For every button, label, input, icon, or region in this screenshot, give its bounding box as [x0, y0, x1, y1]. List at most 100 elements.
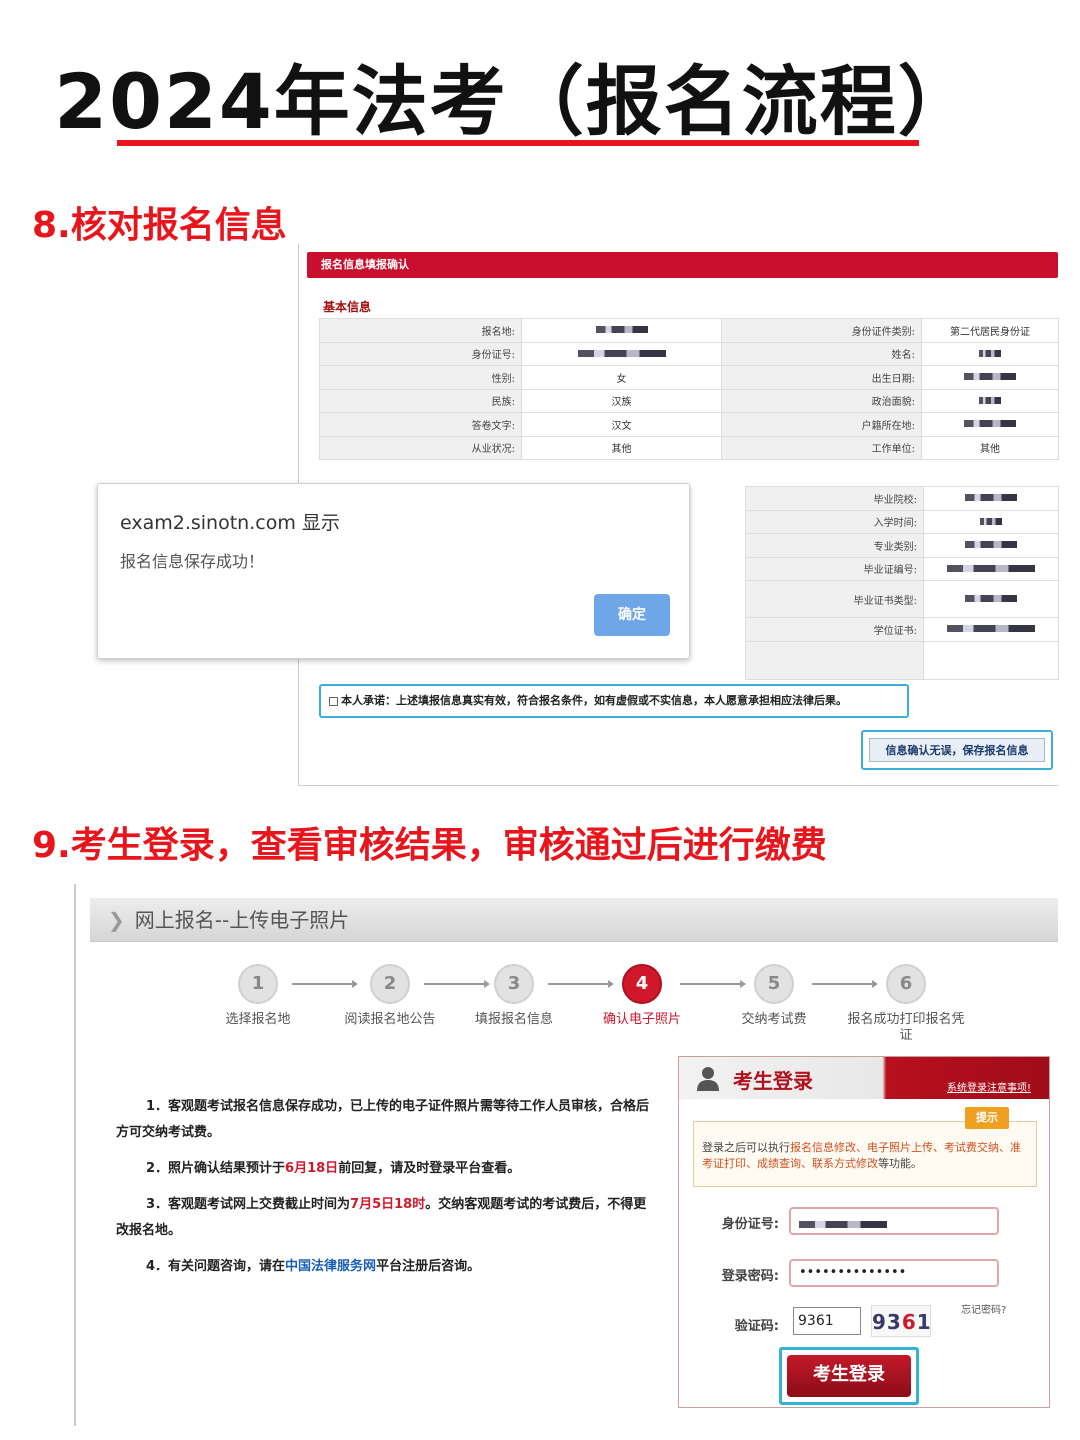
field-label: 专业类别:: [745, 533, 924, 558]
field-label: 出生日期:: [721, 365, 922, 390]
id-number-label: 身份证号:: [721, 1217, 779, 1232]
note-4: 4．有关问题咨询，请在中国法律服务网平台注册后咨询。: [116, 1254, 656, 1280]
field-value: 其他: [921, 435, 1059, 460]
field-value-redacted: [921, 388, 1059, 413]
step-circle-1: 1: [238, 964, 278, 1004]
step-circle-3: 3: [494, 964, 534, 1004]
save-registration-button[interactable]: 信息确认无误，保存报名信息: [861, 730, 1053, 770]
field-label: 毕业院校:: [745, 486, 924, 511]
forgot-password-link[interactable]: 忘记密码?: [961, 1301, 1006, 1316]
dialog-message: 报名信息保存成功！: [120, 552, 265, 571]
title-underline: [117, 140, 919, 146]
field-value-redacted: [923, 617, 1059, 642]
dialog-ok-button[interactable]: 确定: [594, 594, 670, 636]
page-title: 2024年法考（报名流程）: [54, 57, 976, 146]
field-value-redacted: [921, 341, 1059, 366]
table-row: [745, 640, 1059, 680]
captcha-char: 93: [872, 1310, 902, 1334]
table-row: 毕业证编号:: [745, 556, 1059, 581]
table-row: 毕业证书类型:: [745, 580, 1059, 618]
captcha-label: 验证码:: [734, 1319, 779, 1334]
user-icon: [697, 1067, 719, 1091]
field-label: 政治面貌:: [721, 388, 922, 413]
note-text: 2．照片确认结果预计于: [146, 1161, 286, 1176]
field-value-redacted: [921, 365, 1059, 390]
captcha-input[interactable]: 9361: [793, 1307, 861, 1335]
login-tip: 登录之后可以执行报名信息修改、电子照片上传、考试费交纳、准考证打印、成绩查询、联…: [693, 1121, 1037, 1187]
step-circle-4-active: 4: [622, 964, 662, 1004]
field-label: 入学时间:: [745, 509, 924, 534]
id-number-input[interactable]: [789, 1207, 999, 1235]
table-row: 专业类别:: [745, 533, 1059, 558]
pledge-text: 本人承诺：上述填报信息真实有效，符合报名条件，如有虚假或不实信息，本人愿意承担相…: [341, 694, 847, 707]
table-row: 从业状况: 其他 工作单位: 其他: [319, 435, 1059, 460]
step-label-5: 交纳考试费: [741, 1012, 807, 1027]
field-label: 身份证号:: [319, 341, 522, 366]
step9-heading: 9.考生登录，查看审核结果，审核通过后进行缴费: [32, 825, 827, 866]
step-circle-5: 5: [754, 964, 794, 1004]
login-title: 考生登录: [733, 1069, 813, 1093]
password-label: 登录密码:: [721, 1269, 779, 1284]
tip-badge: 提示: [965, 1107, 1009, 1129]
step-label-6: 报名成功打印报名凭证: [847, 1012, 965, 1043]
note-highlight: 7月5日18时: [350, 1197, 426, 1212]
note-2: 2．照片确认结果预计于6月18日前回复，请及时登录平台查看。: [116, 1156, 656, 1182]
tip-text: 登录之后可以执行: [702, 1141, 790, 1154]
chevron-right-icon: ❯: [108, 908, 125, 932]
upload-photo-panel: ❯ 网上报名--上传电子照片 1 2 3 4 5 6 选择报名地 阅读报名地公告 …: [74, 884, 1058, 1426]
field-value-redacted: [521, 341, 722, 366]
field-label: 性别:: [319, 365, 522, 390]
password-input[interactable]: ••••••••••••••: [789, 1259, 999, 1287]
basic-info-label: 基本信息: [323, 300, 372, 314]
field-value-redacted: [923, 556, 1059, 581]
field-label: 毕业证编号:: [745, 556, 924, 581]
login-header: 考生登录 系统登录注意事项!: [679, 1057, 1049, 1099]
field-label: 毕业证书类型:: [745, 580, 924, 618]
legal-service-link[interactable]: 中国法律服务网: [285, 1259, 376, 1274]
field-label: 身份证件类别:: [721, 318, 922, 343]
step-label-1: 选择报名地: [225, 1012, 291, 1027]
tip-text: 等功能。: [878, 1157, 922, 1170]
login-button[interactable]: 考生登录: [787, 1355, 911, 1397]
basic-info-table: 报名地: 身份证件类别: 第二代居民身份证 身份证号: 姓名: 性别: 女 出生…: [319, 318, 1059, 460]
field-value-redacted: [921, 412, 1059, 437]
step-arrow: [548, 980, 614, 988]
registration-progress: 1 2 3 4 5 6 选择报名地 阅读报名地公告 填报报名信息 确认电子照片 …: [206, 964, 966, 1044]
table-row: 身份证号: 姓名:: [319, 341, 1059, 366]
upload-photo-header: ❯ 网上报名--上传电子照片: [90, 898, 1058, 942]
field-label: 姓名:: [721, 341, 922, 366]
field-value: [923, 640, 1059, 680]
education-info-table: 毕业院校: 入学时间: 专业类别: 毕业证编号: 毕业证书类型: 学位证书:: [745, 486, 1059, 680]
login-notice-link[interactable]: 系统登录注意事项!: [947, 1079, 1031, 1094]
field-value: 汉文: [521, 412, 722, 437]
table-row: 答卷文字: 汉文 户籍所在地:: [319, 412, 1059, 437]
note-1: 1．客观题考试报名信息保存成功，已上传的电子证件照片需等待工作人员审核，合格后方…: [116, 1099, 650, 1140]
step-label-4: 确认电子照片: [602, 1012, 681, 1027]
table-row: 性别: 女 出生日期:: [319, 365, 1059, 390]
note-highlight: 6月18日: [285, 1161, 339, 1176]
save-success-dialog: exam2.sinotn.com 显示 报名信息保存成功！ 确定: [97, 483, 690, 659]
login-button-highlight: 考生登录: [779, 1347, 919, 1405]
field-value-redacted: [521, 318, 722, 343]
step-arrow: [812, 980, 878, 988]
note-text: 平台注册后咨询。: [376, 1259, 481, 1274]
pledge-checkbox[interactable]: 本人承诺：上述填报信息真实有效，符合报名条件，如有虚假或不实信息，本人愿意承担相…: [319, 684, 909, 718]
registration-notes: 1．客观题考试报名信息保存成功，已上传的电子证件照片需等待工作人员审核，合格后方…: [116, 1094, 656, 1290]
dialog-title: exam2.sinotn.com 显示: [120, 512, 340, 534]
save-registration-label: 信息确认无误，保存报名信息: [869, 738, 1045, 762]
table-row: 毕业院校:: [745, 486, 1059, 511]
captcha-char: 6: [901, 1310, 917, 1334]
step-circle-2: 2: [370, 964, 410, 1004]
field-label: 报名地:: [319, 318, 522, 343]
step8-heading: 8.核对报名信息: [32, 205, 287, 246]
note-3: 3．客观题考试网上交费截止时间为7月5日18时。交纳客观题考试的考试费后，不得更…: [116, 1192, 656, 1244]
field-label: 民族:: [319, 388, 522, 413]
table-row: 报名地: 身份证件类别: 第二代居民身份证: [319, 318, 1059, 343]
field-label: 户籍所在地:: [721, 412, 922, 437]
table-row: 民族: 汉族 政治面貌:: [319, 388, 1059, 413]
step-arrow: [680, 980, 746, 988]
table-row: 入学时间:: [745, 509, 1059, 534]
captcha-image[interactable]: 9361: [871, 1305, 931, 1337]
checkbox-icon[interactable]: [329, 696, 338, 706]
field-value-redacted: [923, 486, 1059, 511]
